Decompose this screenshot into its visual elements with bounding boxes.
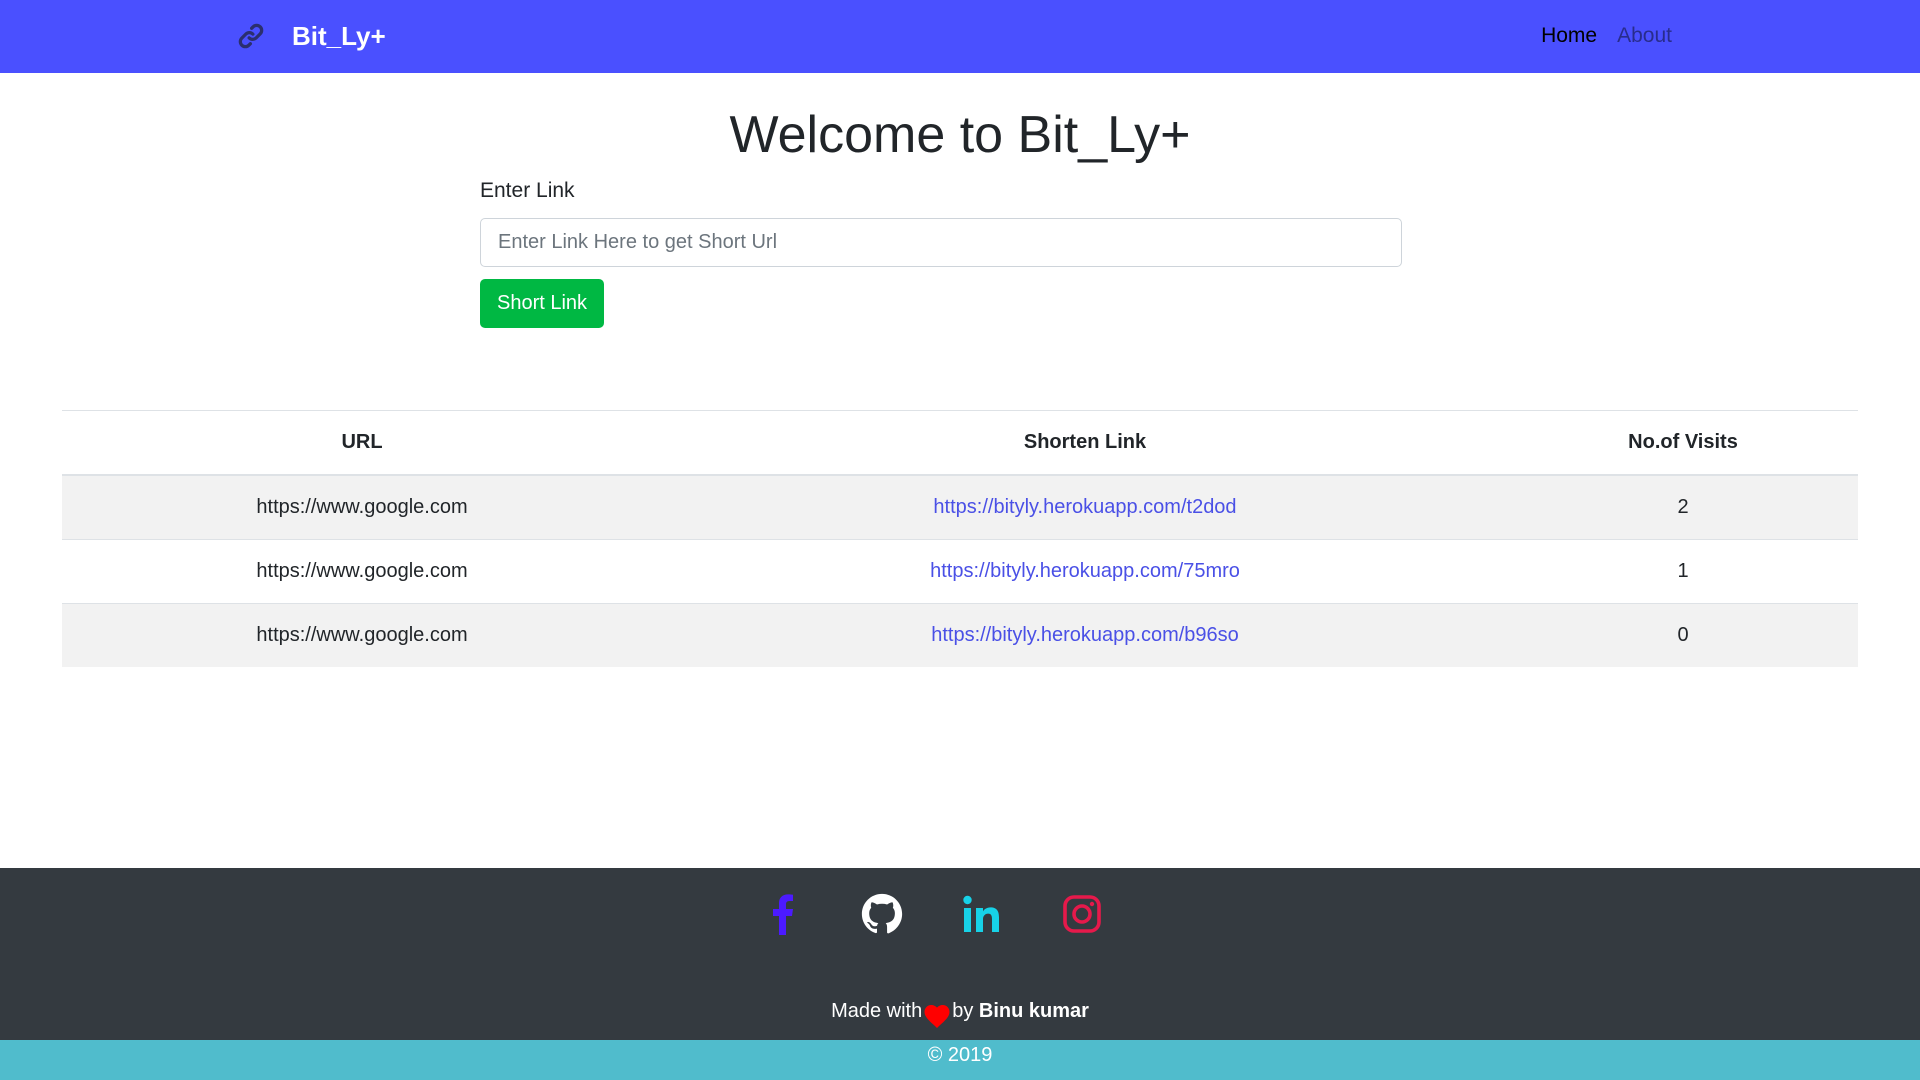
author-name: Binu kumar — [978, 1000, 1089, 1022]
page: Bit_Ly+ Home About Welcome to Bit_Ly+ En… — [0, 0, 1920, 1080]
links-table: URL Shorten Link No.of Visits https://ww… — [62, 410, 1858, 667]
nav-home-link[interactable]: Home — [1541, 23, 1597, 49]
instagram-icon[interactable] — [1060, 892, 1104, 936]
made-with-text: Made with by Binu kumar — [0, 998, 1920, 1029]
header-shorten-link: Shorten Link — [662, 410, 1508, 476]
cell-short-link: https://bityly.herokuapp.com/b96so — [662, 603, 1508, 667]
table-row: https://www.google.com https://bityly.he… — [62, 539, 1858, 604]
social-links — [760, 892, 1104, 936]
link-icon — [236, 19, 266, 53]
shorten-form: Enter Link Short Link — [480, 176, 1402, 328]
cell-visits: 0 — [1508, 603, 1858, 667]
brand-link[interactable]: Bit_Ly+ — [236, 18, 386, 54]
short-link[interactable]: https://bityly.herokuapp.com/b96so — [931, 624, 1239, 646]
header-visits: No.of Visits — [1508, 410, 1858, 476]
cell-short-link: https://bityly.herokuapp.com/75mro — [662, 539, 1508, 604]
short-link[interactable]: https://bityly.herokuapp.com/t2dod — [933, 496, 1236, 518]
linkedin-icon[interactable] — [960, 892, 1004, 936]
link-input[interactable] — [480, 218, 1402, 267]
copyright-text: © 2019 — [927, 1044, 993, 1066]
footer: Made with by Binu kumar — [0, 868, 1920, 1040]
nav-about-link[interactable]: About — [1617, 23, 1672, 49]
github-icon[interactable] — [860, 892, 904, 936]
cell-url: https://www.google.com — [62, 539, 662, 604]
cell-url: https://www.google.com — [62, 474, 662, 540]
cell-short-link: https://bityly.herokuapp.com/t2dod — [662, 474, 1508, 540]
facebook-icon[interactable] — [760, 892, 804, 936]
link-input-label: Enter Link — [480, 179, 575, 202]
table-header-row: URL Shorten Link No.of Visits — [62, 410, 1858, 476]
table-row: https://www.google.com https://bityly.he… — [62, 603, 1858, 667]
short-link-button[interactable]: Short Link — [480, 279, 605, 328]
header-url: URL — [62, 410, 662, 476]
short-link[interactable]: https://bityly.herokuapp.com/75mro — [930, 560, 1240, 582]
nav-links: Home About — [1541, 23, 1672, 49]
heart-icon — [922, 1001, 952, 1029]
page-title: Welcome to Bit_Ly+ — [729, 106, 1191, 164]
made-with-by: by — [952, 1000, 974, 1022]
cell-visits: 1 — [1508, 539, 1858, 604]
made-with-prefix: Made with — [831, 1000, 923, 1022]
brand-name: Bit_Ly+ — [292, 21, 386, 51]
cell-visits: 2 — [1508, 474, 1858, 540]
navbar: Bit_Ly+ Home About — [0, 0, 1920, 73]
cell-url: https://www.google.com — [62, 603, 662, 667]
copyright-bar: © 2019 — [0, 1040, 1920, 1080]
table-row: https://www.google.com https://bityly.he… — [62, 474, 1858, 540]
